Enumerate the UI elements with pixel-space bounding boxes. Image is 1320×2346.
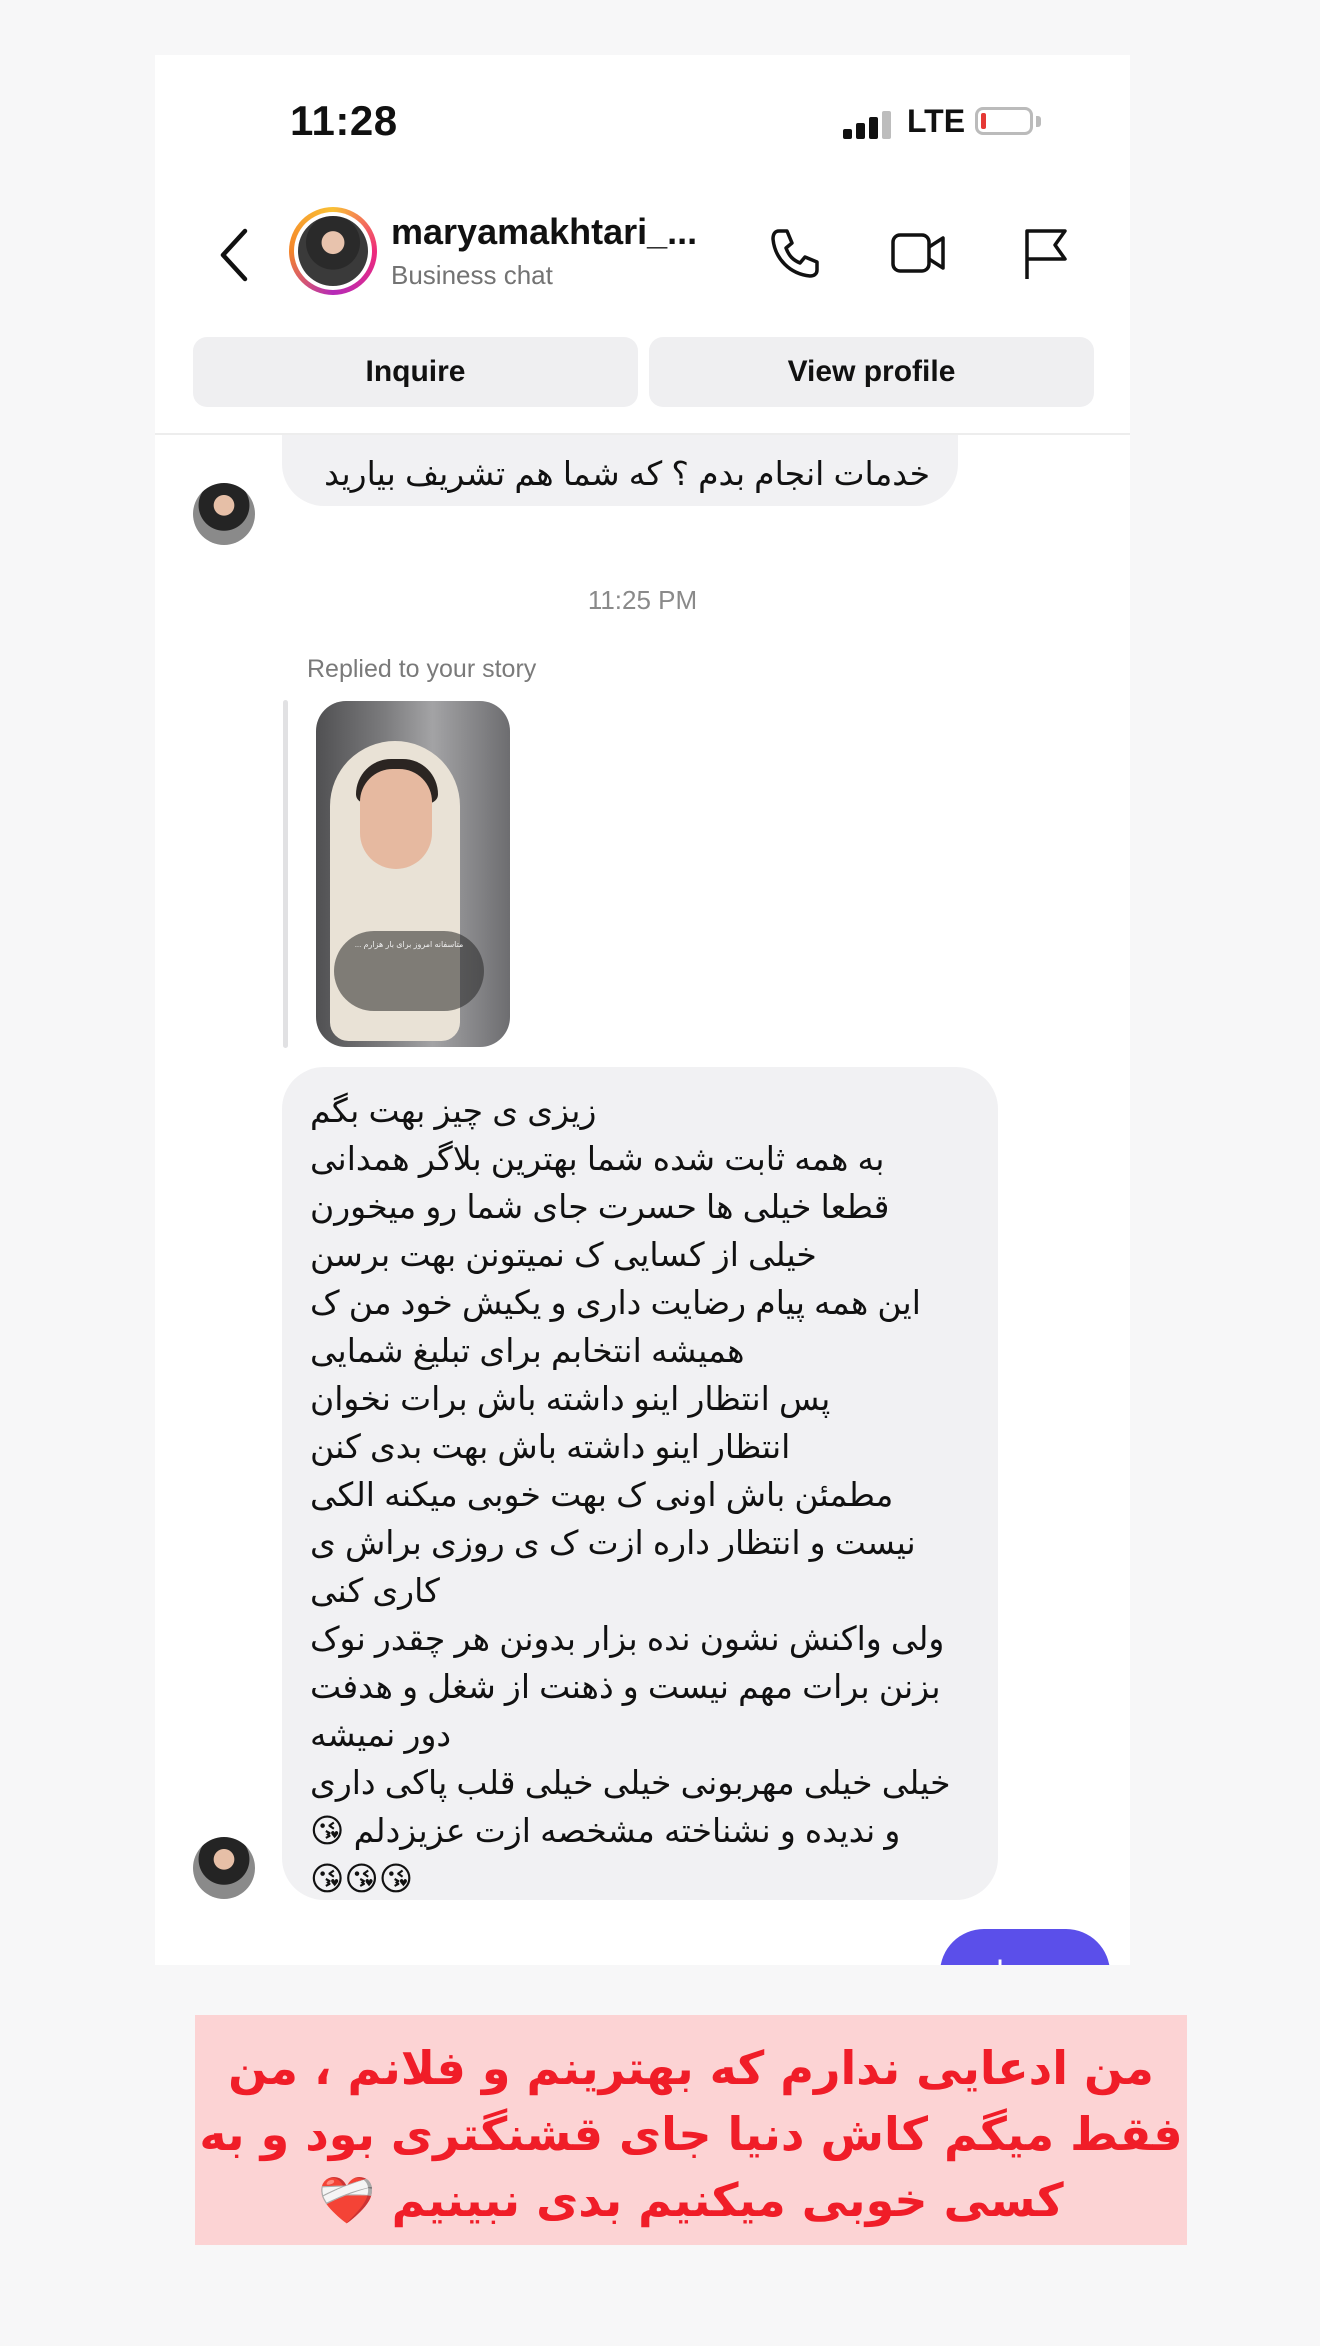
network-label: LTE <box>907 103 966 139</box>
status-time: 11:28 <box>290 97 398 144</box>
reply-indicator-bar <box>283 700 288 1048</box>
sender-avatar[interactable] <box>193 1837 255 1899</box>
chat-username[interactable]: maryamakhtari_... <box>391 211 721 253</box>
message-bubble-partial[interactable]: خدمات انجام بدم ؟ که شما هم تشریف بیارید <box>282 435 958 506</box>
signal-icon <box>843 109 893 139</box>
caption-banner: من ادعایی ندارم که بهترینم و فلانم ، من … <box>195 2015 1187 2245</box>
message-timestamp: 11:25 PM <box>587 585 698 615</box>
inquire-button[interactable]: Inquire <box>193 337 638 407</box>
back-arrow-icon[interactable] <box>215 225 255 285</box>
banner-text: من ادعایی ندارم که بهترینم و فلانم ، من … <box>199 2041 1183 2227</box>
message-text: زیزی ی چیز بهت بگم به همه ثابت شده شما ب… <box>310 1092 951 1897</box>
battery-icon <box>975 107 1033 135</box>
chat-subtitle: Business chat <box>391 260 553 290</box>
view-profile-button[interactable]: View profile <box>649 337 1094 407</box>
battery-tip <box>1036 116 1041 127</box>
message-thread[interactable]: خدمات انجام بدم ؟ که شما هم تشریف بیارید… <box>155 435 1130 1965</box>
sent-message-bubble[interactable]: عزیزدلی <box>940 1929 1110 1965</box>
video-call-icon[interactable] <box>888 223 948 283</box>
message-bubble-long[interactable]: زیزی ی چیز بهت بگم به همه ثابت شده شما ب… <box>282 1067 998 1900</box>
profile-avatar[interactable] <box>289 207 377 295</box>
replied-to-story-label: Replied to your story <box>307 655 537 683</box>
message-text: خدمات انجام بدم ؟ که شما هم تشریف بیارید <box>324 455 930 492</box>
phone-screen: 11:28 LTE maryamakhtari_... Business cha… <box>155 55 1130 1965</box>
story-thumbnail[interactable]: متاسفانه امروز برای بار هزارم ... <box>316 701 510 1047</box>
story-caption: متاسفانه امروز برای بار هزارم ... <box>334 931 484 1011</box>
phone-call-icon[interactable] <box>765 223 825 283</box>
report-flag-icon[interactable] <box>1015 223 1075 283</box>
sender-avatar[interactable] <box>193 483 255 545</box>
